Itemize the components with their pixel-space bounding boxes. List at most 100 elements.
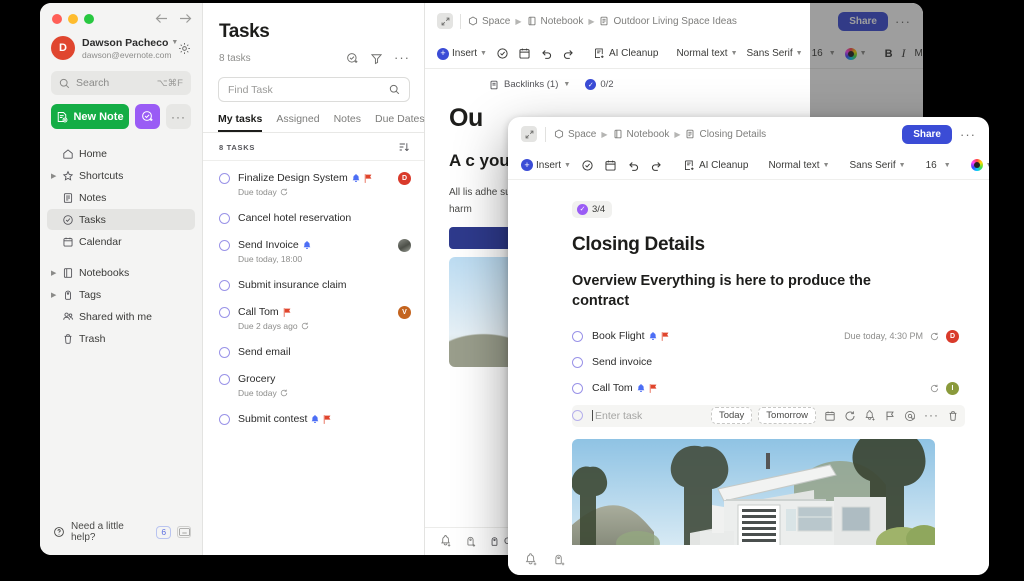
add-flag-icon[interactable]: [464, 535, 477, 548]
sidebar-item-calendar[interactable]: Calendar: [47, 231, 195, 252]
delete-task-icon[interactable]: [947, 410, 959, 422]
share-button[interactable]: Share: [838, 12, 888, 31]
redo-icon[interactable]: [650, 159, 663, 172]
sidebar-item-tags[interactable]: ▶ Tags: [47, 284, 195, 305]
account-switcher[interactable]: D Dawson Pacheco ▼ dawson@evernote.com: [40, 24, 202, 60]
new-task-entry-row[interactable]: Enter task Today Tomorrow ···: [572, 405, 965, 427]
table-row[interactable]: Grocery Due today: [203, 358, 424, 398]
backlinks-row[interactable]: Backlinks (1) ▼ ✓ 0/2: [439, 79, 923, 90]
tab-notes[interactable]: Notes: [334, 113, 361, 132]
sidebar-item-shared-with-me[interactable]: Shared with me: [47, 306, 195, 327]
back-arrow-icon[interactable]: [155, 13, 168, 24]
tab-my-tasks[interactable]: My tasks: [218, 113, 262, 132]
breadcrumb[interactable]: Space ▶ Notebook ▶ Closing Details: [554, 129, 766, 140]
keyboard-icon[interactable]: [177, 526, 191, 538]
task-checkbox[interactable]: [572, 357, 583, 368]
task-checkbox[interactable]: [219, 347, 230, 358]
table-row[interactable]: Send email: [203, 331, 424, 358]
sidebar-item-tasks[interactable]: Tasks: [47, 209, 195, 230]
more-button[interactable]: More ▼: [915, 48, 923, 59]
table-row[interactable]: Call Tom Due 2 days ago V: [203, 291, 424, 331]
sidebar-item-shortcuts[interactable]: ▶ Shortcuts: [47, 165, 195, 186]
breadcrumb-note[interactable]: Closing Details: [699, 129, 766, 140]
breadcrumb[interactable]: Space ▶ Notebook ▶ Outdoor Living Space …: [468, 16, 737, 27]
task-checkbox[interactable]: [219, 374, 230, 385]
tasks-more-icon[interactable]: ···: [394, 53, 410, 63]
sidebar-item-home[interactable]: Home: [47, 143, 195, 164]
font-select[interactable]: Sans Serif ▼: [747, 48, 803, 59]
table-row[interactable]: Cancel hotel reservation: [203, 197, 424, 224]
tab-assigned[interactable]: Assigned: [276, 113, 319, 132]
chip-tomorrow[interactable]: Tomorrow: [758, 407, 816, 424]
task-checkbox[interactable]: [219, 173, 230, 184]
breadcrumb-space[interactable]: Space: [482, 16, 510, 27]
task-checkbox[interactable]: [572, 410, 583, 421]
breadcrumb-notebook[interactable]: Notebook: [627, 129, 670, 140]
add-tag-icon[interactable]: [552, 553, 566, 567]
task-more-icon[interactable]: ···: [924, 411, 939, 419]
insert-button[interactable]: + Insert ▼: [437, 48, 487, 60]
filter-icon[interactable]: [370, 52, 383, 65]
redo-icon[interactable]: [562, 47, 575, 60]
add-task-icon[interactable]: [496, 47, 509, 60]
sort-icon[interactable]: [398, 141, 410, 153]
font-size-select[interactable]: 16 ▼: [926, 160, 951, 171]
list-item[interactable]: Book Flight Due today, 4:30 PM D: [572, 329, 959, 344]
text-style-select[interactable]: Normal text ▼: [676, 48, 737, 59]
expand-icon[interactable]: [437, 13, 453, 29]
text-style-select[interactable]: Normal text ▼: [768, 160, 829, 171]
add-reminder-icon[interactable]: [524, 553, 538, 567]
sidebar-item-notebooks[interactable]: ▶ Notebooks: [47, 262, 195, 283]
chevron-right-icon[interactable]: ▶: [51, 172, 62, 180]
task-checkbox[interactable]: [572, 331, 583, 342]
tab-due-dates[interactable]: Due Dates: [375, 113, 425, 132]
chevron-right-icon[interactable]: ▶: [51, 291, 62, 299]
new-task-button[interactable]: [135, 104, 160, 129]
task-checkbox[interactable]: [219, 213, 230, 224]
chip-today[interactable]: Today: [711, 407, 752, 424]
sidebar-item-trash[interactable]: Trash: [47, 328, 195, 349]
undo-icon[interactable]: [540, 47, 553, 60]
undo-icon[interactable]: [627, 159, 640, 172]
minimize-icon[interactable]: [68, 14, 78, 24]
table-row[interactable]: Submit contest: [203, 398, 424, 425]
task-checkbox[interactable]: [219, 240, 230, 251]
add-task-icon[interactable]: [346, 52, 359, 65]
calendar-icon[interactable]: [518, 47, 531, 60]
list-item[interactable]: Call Tom I: [572, 381, 959, 396]
text-color-picker[interactable]: ▼: [845, 48, 867, 60]
find-task-input[interactable]: Find Task: [218, 77, 410, 102]
breadcrumb-notebook[interactable]: Notebook: [541, 16, 584, 27]
breadcrumb-note[interactable]: Outdoor Living Space Ideas: [613, 16, 736, 27]
add-reminder-icon[interactable]: [864, 410, 876, 422]
note-more-icon[interactable]: ···: [960, 127, 976, 142]
editor-more-icon[interactable]: ···: [895, 14, 911, 29]
close-icon[interactable]: [52, 14, 62, 24]
chevron-down-icon[interactable]: ▼: [563, 81, 570, 88]
font-size-select[interactable]: 16 ▼: [812, 48, 836, 59]
table-row[interactable]: Send Invoice Due today, 18:00: [203, 224, 424, 264]
history-nav[interactable]: [155, 13, 192, 24]
ai-cleanup-button[interactable]: AI Cleanup: [683, 159, 748, 172]
maximize-icon[interactable]: [84, 14, 94, 24]
add-reminder-icon[interactable]: [439, 535, 452, 548]
expand-icon[interactable]: [521, 126, 537, 142]
table-row[interactable]: Submit insurance claim: [203, 264, 424, 291]
help-row[interactable]: Need a little help? 6: [40, 521, 202, 555]
chevron-right-icon[interactable]: ▶: [51, 269, 62, 277]
list-item[interactable]: Send invoice: [572, 355, 959, 370]
calendar-icon[interactable]: [824, 410, 836, 422]
task-checkbox[interactable]: [572, 383, 583, 394]
help-badge[interactable]: 6: [156, 526, 171, 539]
table-row[interactable]: Finalize Design System Due today D: [203, 161, 424, 197]
ai-cleanup-button[interactable]: AI Cleanup: [593, 47, 658, 60]
repeat-icon[interactable]: [844, 410, 856, 422]
gear-icon[interactable]: [178, 42, 191, 55]
mention-icon[interactable]: [904, 410, 916, 422]
task-checkbox[interactable]: [219, 414, 230, 425]
add-task-icon[interactable]: [581, 159, 594, 172]
italic-button[interactable]: I: [902, 46, 906, 61]
share-button[interactable]: Share: [902, 125, 952, 144]
breadcrumb-space[interactable]: Space: [568, 129, 596, 140]
sidebar-item-notes[interactable]: Notes: [47, 187, 195, 208]
